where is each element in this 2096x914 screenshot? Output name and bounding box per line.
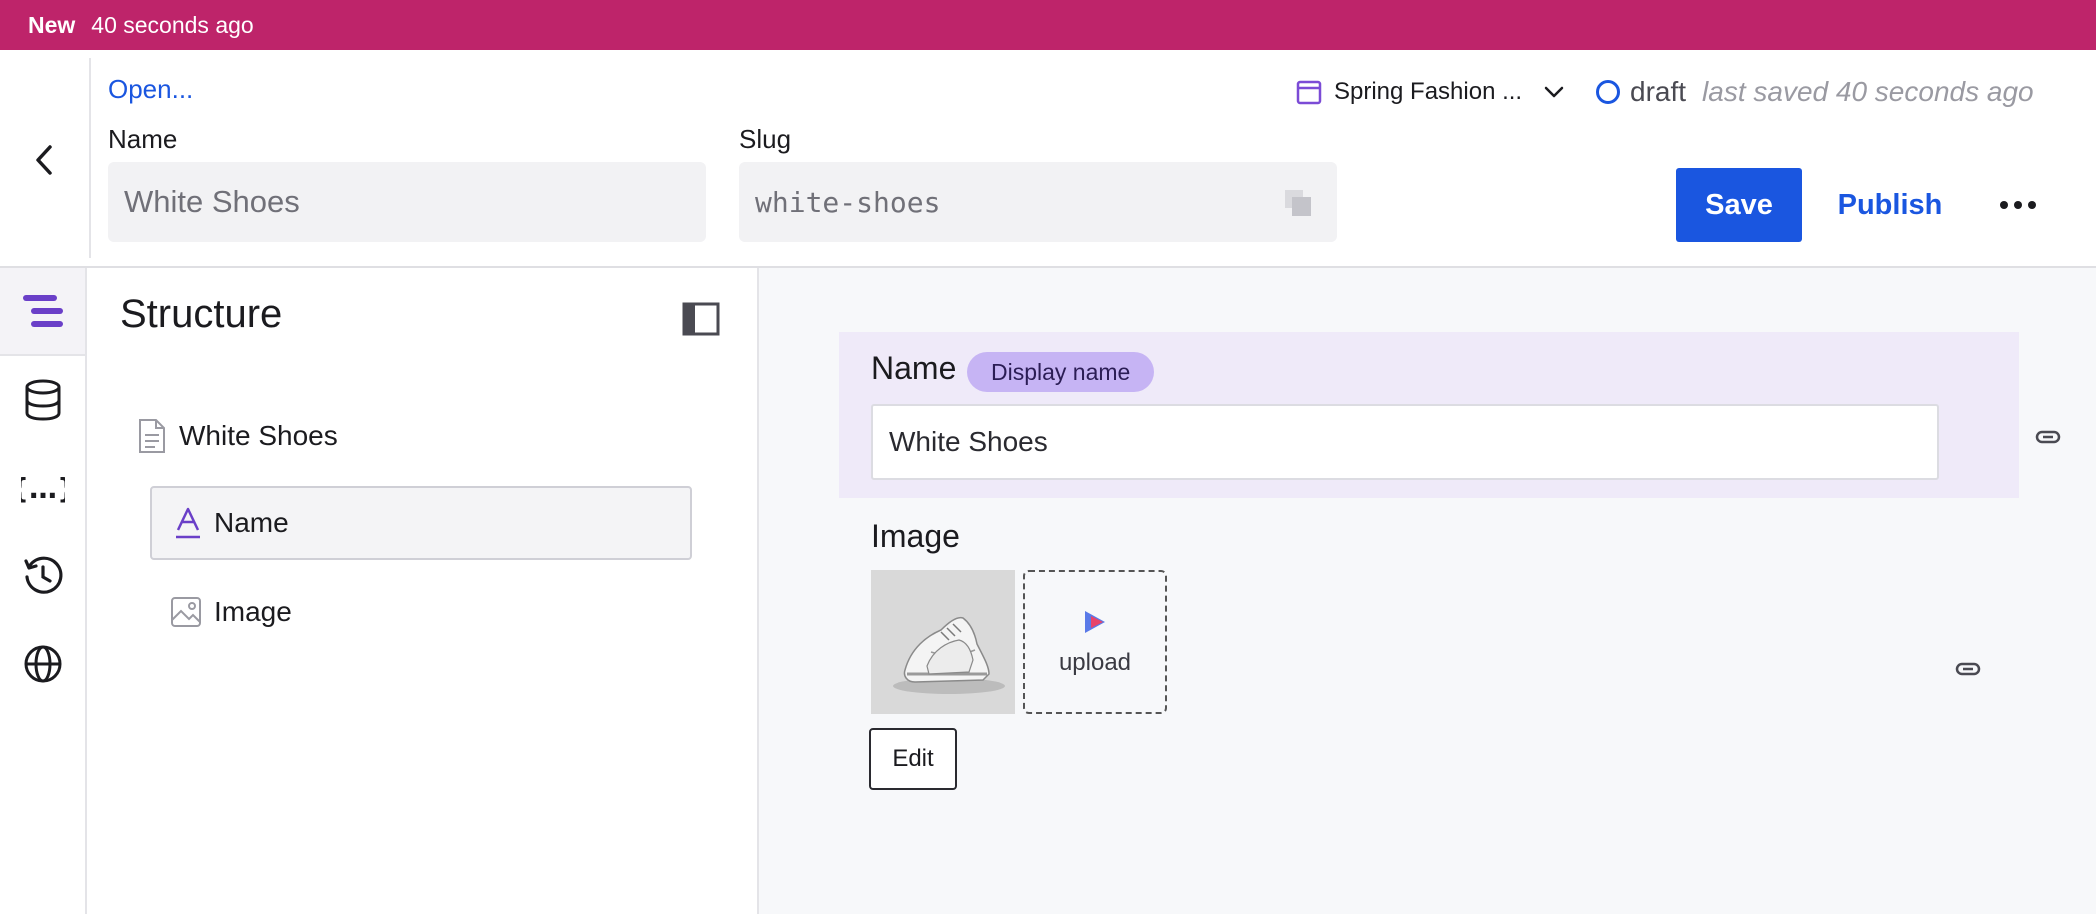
image-field-label: Image [871, 518, 960, 554]
notification-bar: New 40 seconds ago [0, 0, 2096, 50]
release-selector[interactable]: Spring Fashion ... [1296, 74, 1564, 110]
name-input[interactable]: White Shoes [108, 162, 706, 242]
release-label: Spring Fashion ... [1334, 78, 1523, 105]
code-braces-icon: {…} [21, 472, 65, 505]
text-field-icon [176, 507, 200, 539]
new-label: New [28, 11, 76, 38]
tree-item-image-label: Image [214, 596, 292, 627]
back-button[interactable] [22, 138, 66, 182]
database-icon [25, 379, 60, 421]
globe-icon [24, 645, 61, 683]
upload-logo-icon [1085, 611, 1105, 633]
rail-item-structure[interactable] [0, 268, 85, 356]
status-indicator: draft last saved 40 seconds ago [1596, 74, 2034, 110]
more-options-button[interactable] [1990, 180, 2046, 230]
name-field-value: White Shoes [889, 426, 1048, 457]
calendar-icon [1296, 80, 1322, 105]
status-label: draft [1630, 76, 1687, 107]
chevron-down-icon [1544, 86, 1564, 98]
rail-item-database[interactable] [0, 356, 85, 444]
content-editor: Name Display name White Shoes Image uplo… [759, 268, 2096, 914]
header-divider [89, 58, 91, 258]
publish-button[interactable]: Publish [1822, 168, 1958, 242]
rail-item-history[interactable] [0, 532, 85, 620]
image-thumbnail[interactable] [871, 570, 1015, 714]
ellipsis-icon [2000, 201, 2008, 209]
tree-item-name[interactable]: Name [150, 486, 692, 560]
tree-root-document[interactable]: White Shoes [137, 414, 338, 458]
svg-text:{…}: {…} [21, 472, 65, 505]
name-input-value: White Shoes [124, 184, 300, 219]
rail-item-globe[interactable] [0, 620, 85, 708]
open-link[interactable]: Open... [108, 74, 193, 105]
slug-input-value: white-shoes [755, 185, 941, 219]
name-label: Name [108, 124, 178, 154]
time-label: 40 seconds ago [91, 11, 254, 38]
tree-item-name-label: Name [214, 507, 289, 538]
slug-input[interactable]: white-shoes [739, 162, 1337, 242]
document-icon [139, 419, 165, 453]
tree-item-image[interactable]: Image [170, 590, 292, 634]
link-icon[interactable] [2035, 430, 2061, 444]
upload-label: upload [1058, 649, 1132, 676]
edit-image-button[interactable]: Edit [869, 728, 957, 790]
link-icon[interactable] [1955, 662, 1981, 676]
upload-button[interactable]: upload [1023, 570, 1167, 714]
last-saved-text: last saved 40 seconds ago [1702, 76, 2034, 107]
rail-item-code[interactable]: {…} [0, 444, 85, 532]
structure-icon [22, 295, 63, 327]
slug-label: Slug [739, 124, 792, 154]
tree-root-label: White Shoes [179, 420, 338, 451]
image-field-icon [171, 597, 201, 627]
draft-status-icon [1596, 80, 1620, 104]
left-rail: {…} [0, 268, 87, 914]
name-field-block: Name Display name White Shoes [839, 332, 2061, 498]
name-field-label: Name [871, 350, 957, 386]
name-field-input[interactable]: White Shoes [871, 404, 1939, 480]
save-button[interactable]: Save [1676, 168, 1802, 242]
entry-header: Open... Name White Shoes Slug white-shoe… [0, 50, 2096, 268]
panel-toggle-icon[interactable] [682, 302, 720, 336]
chevron-left-icon [36, 145, 52, 175]
sneaker-image [871, 570, 1015, 714]
copy-icon[interactable] [1283, 188, 1313, 218]
history-icon [23, 556, 62, 594]
structure-panel: Structure White Shoes Name Image [87, 268, 759, 914]
display-name-badge: Display name [967, 352, 1155, 392]
structure-title: Structure [120, 292, 283, 336]
